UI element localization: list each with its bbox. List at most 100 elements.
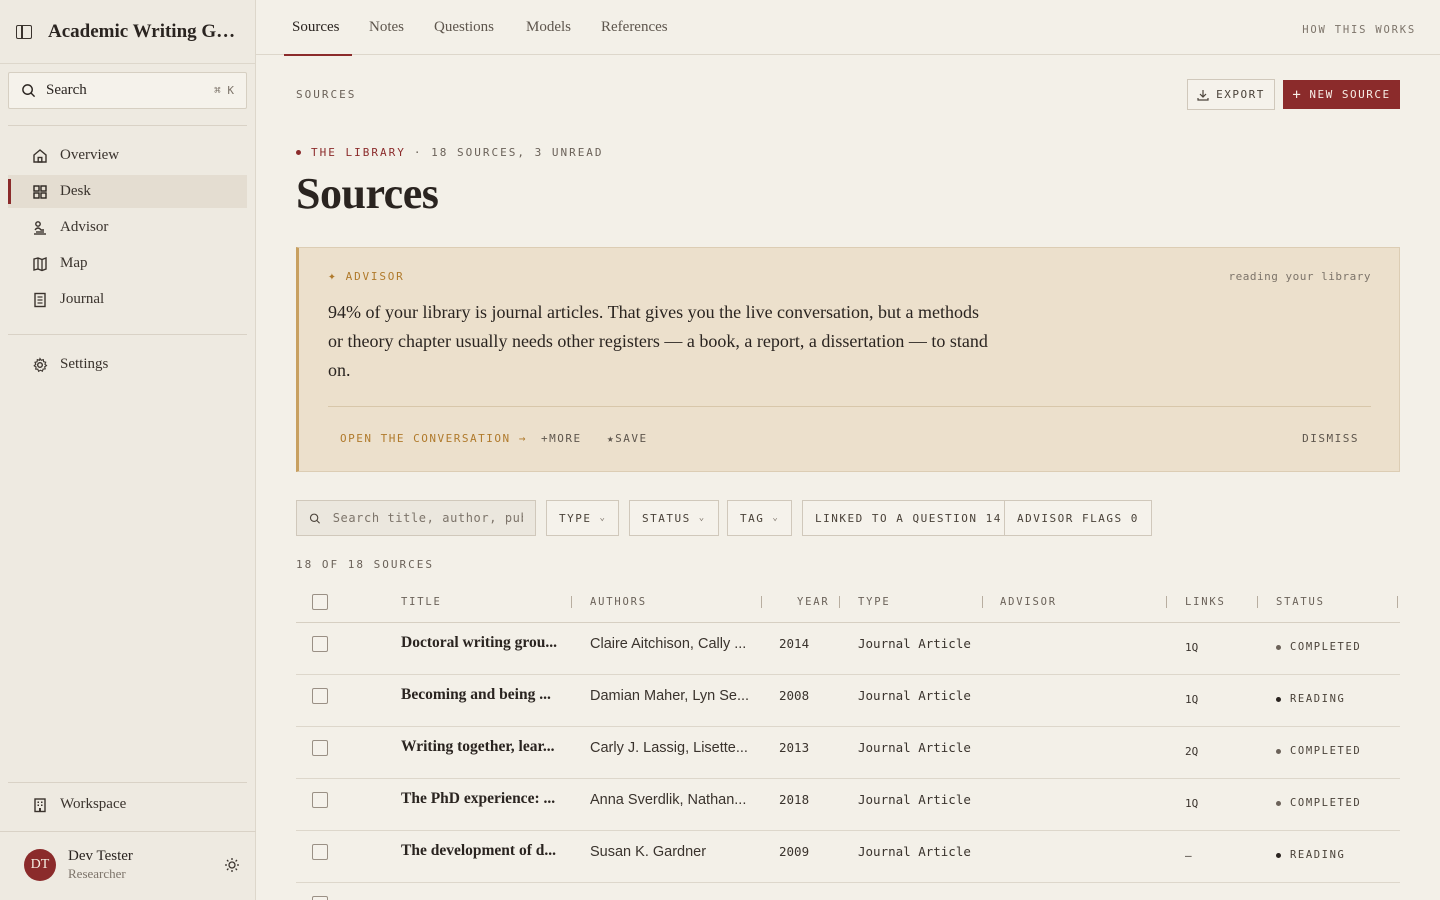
sidebar-item-overview[interactable]: Overview bbox=[8, 139, 247, 172]
source-links[interactable]: 1Q bbox=[1185, 797, 1198, 810]
how-this-works-link[interactable]: HOW THIS WORKS bbox=[1302, 24, 1416, 36]
table-row[interactable]: Becoming and being ... Damian Maher, Lyn… bbox=[296, 675, 1400, 727]
row-checkbox[interactable] bbox=[312, 896, 328, 900]
table-row[interactable]: The PhD experience: ... Anna Sverdlik, N… bbox=[296, 779, 1400, 831]
source-type: Journal Article bbox=[858, 636, 971, 651]
col-links[interactable]: LINKS bbox=[1185, 596, 1226, 608]
table-row[interactable]: The development of d... Susan K. Gardner… bbox=[296, 831, 1400, 883]
status-badge: COMPLETED bbox=[1276, 641, 1361, 653]
table-row[interactable]: Doctoral writing grou... Claire Aitchiso… bbox=[296, 623, 1400, 675]
col-advisor[interactable]: ADVISOR bbox=[1000, 596, 1057, 608]
sidebar-nav: Overview Desk Advisor Map Journal bbox=[8, 139, 247, 319]
linked-question-filter[interactable]: LINKED TO A QUESTION 14 bbox=[802, 500, 1015, 536]
tab-sources[interactable]: Sources bbox=[284, 0, 351, 56]
status-label: COMPLETED bbox=[1290, 641, 1362, 653]
tab-references[interactable]: References bbox=[601, 0, 668, 55]
page-title: Sources bbox=[296, 169, 439, 218]
source-count: 18 OF 18 SOURCES bbox=[296, 558, 434, 571]
divider bbox=[0, 831, 256, 832]
source-title[interactable]: Writing together, lear... bbox=[401, 738, 561, 756]
table-row[interactable] bbox=[296, 883, 1400, 900]
source-search-input[interactable]: Search title, author, publ: bbox=[296, 500, 536, 536]
row-checkbox[interactable] bbox=[312, 688, 328, 704]
column-resize-handle[interactable] bbox=[761, 596, 762, 608]
more-button[interactable]: +MORE bbox=[541, 432, 582, 445]
advisor-flags-filter[interactable]: ADVISOR FLAGS 0 bbox=[1004, 500, 1152, 536]
sidebar-item-label: Advisor bbox=[60, 219, 109, 235]
source-links[interactable]: 1Q bbox=[1185, 641, 1198, 654]
source-title[interactable]: Becoming and being ... bbox=[401, 686, 561, 704]
tag-filter[interactable]: TAG ⌄ bbox=[727, 500, 793, 536]
source-authors: Damian Maher, Lyn Se... bbox=[590, 688, 750, 704]
divider bbox=[328, 406, 1371, 407]
source-title[interactable]: The development of d... bbox=[401, 842, 561, 860]
select-all-checkbox[interactable] bbox=[312, 594, 328, 610]
sidebar-item-label: Workspace bbox=[60, 796, 127, 812]
column-resize-handle[interactable] bbox=[1166, 596, 1167, 608]
sun-icon[interactable] bbox=[224, 857, 240, 873]
status-badge: COMPLETED bbox=[1276, 797, 1361, 809]
col-authors[interactable]: AUTHORS bbox=[590, 596, 647, 608]
source-authors: Carly J. Lassig, Lisette... bbox=[590, 740, 748, 756]
source-links[interactable]: 1Q bbox=[1185, 693, 1198, 706]
sidebar-item-map[interactable]: Map bbox=[8, 247, 247, 280]
sidebar-item-journal[interactable]: Journal bbox=[8, 283, 247, 316]
open-conversation-button[interactable]: OPEN THE CONVERSATION → bbox=[340, 432, 527, 445]
search-button[interactable]: Search ⌘ K bbox=[8, 72, 247, 109]
advisor-kicker: ✦ ADVISOR bbox=[328, 269, 405, 284]
plus-icon: + bbox=[1292, 86, 1303, 103]
sidebar-item-label: Map bbox=[60, 255, 88, 271]
new-source-button[interactable]: + NEW SOURCE bbox=[1283, 80, 1400, 109]
status-label: READING bbox=[1290, 849, 1346, 861]
status-badge: READING bbox=[1276, 849, 1345, 861]
user-profile[interactable]: DT Dev Tester Researcher bbox=[24, 848, 240, 882]
breadcrumb: SOURCES bbox=[296, 88, 357, 101]
row-checkbox[interactable] bbox=[312, 844, 328, 860]
sidebar-item-advisor[interactable]: Advisor bbox=[8, 211, 247, 244]
type-filter[interactable]: TYPE ⌄ bbox=[546, 500, 620, 536]
building-icon bbox=[34, 797, 46, 812]
status-filter[interactable]: STATUS ⌄ bbox=[629, 500, 719, 536]
library-label: THE LIBRARY bbox=[311, 146, 406, 159]
row-checkbox[interactable] bbox=[312, 740, 328, 756]
sidebar-item-desk[interactable]: Desk bbox=[8, 175, 247, 208]
source-year: 2018 bbox=[779, 792, 810, 807]
dismiss-button[interactable]: DISMISS bbox=[1302, 432, 1359, 445]
sidebar-item-settings[interactable]: Settings bbox=[8, 348, 247, 381]
source-title[interactable]: The PhD experience: ... bbox=[401, 790, 561, 808]
source-links[interactable]: – bbox=[1185, 849, 1192, 862]
sidebar-toggle-icon[interactable] bbox=[16, 24, 32, 39]
sidebar-item-label: Desk bbox=[60, 183, 91, 199]
sidebar-item-workspace[interactable]: Workspace bbox=[8, 788, 247, 821]
workspace-title[interactable]: Academic Writing Gro... bbox=[48, 21, 238, 43]
column-resize-handle[interactable] bbox=[571, 596, 572, 608]
advisor-label: ADVISOR bbox=[345, 270, 405, 283]
col-type[interactable]: TYPE bbox=[858, 596, 891, 608]
status-label: COMPLETED bbox=[1290, 797, 1362, 809]
table-row[interactable]: Writing together, lear... Carly J. Lassi… bbox=[296, 727, 1400, 779]
column-resize-handle[interactable] bbox=[1257, 596, 1258, 608]
row-checkbox[interactable] bbox=[312, 792, 328, 808]
status-dot-icon bbox=[1276, 748, 1281, 754]
save-button[interactable]: ★SAVE bbox=[607, 432, 648, 445]
col-status[interactable]: STATUS bbox=[1276, 596, 1325, 608]
tab-notes[interactable]: Notes bbox=[369, 0, 404, 55]
search-label: Search bbox=[46, 82, 87, 98]
row-checkbox[interactable] bbox=[312, 636, 328, 652]
column-resize-handle[interactable] bbox=[982, 596, 983, 608]
home-icon bbox=[33, 148, 47, 163]
tab-questions[interactable]: Questions bbox=[434, 0, 494, 55]
col-title[interactable]: TITLE bbox=[401, 596, 442, 608]
col-year[interactable]: YEAR bbox=[797, 596, 830, 608]
source-links[interactable]: 2Q bbox=[1185, 745, 1198, 758]
column-resize-handle[interactable] bbox=[1397, 596, 1398, 608]
export-label: EXPORT bbox=[1216, 88, 1265, 101]
export-button[interactable]: EXPORT bbox=[1187, 79, 1275, 110]
status-label: READING bbox=[1290, 693, 1346, 705]
sidebar-item-label: Settings bbox=[60, 356, 109, 372]
status-filter-label: STATUS bbox=[642, 511, 691, 525]
source-type: Journal Article bbox=[858, 844, 971, 859]
source-title[interactable]: Doctoral writing grou... bbox=[401, 634, 561, 652]
column-resize-handle[interactable] bbox=[839, 596, 840, 608]
tab-models[interactable]: Models bbox=[526, 0, 571, 55]
